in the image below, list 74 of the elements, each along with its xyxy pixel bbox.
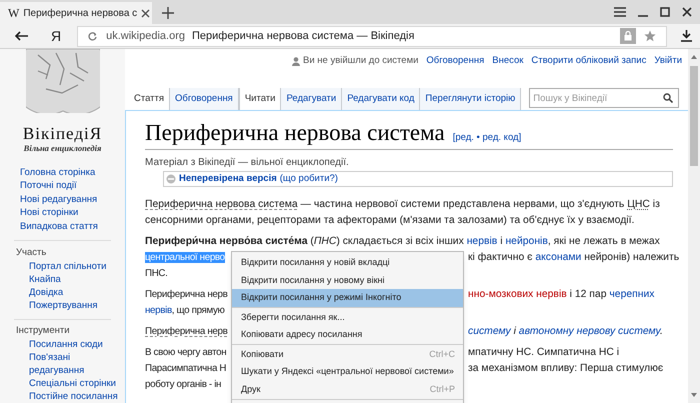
abbreviation[interactable]: ЦНС [627,199,650,210]
menu-item[interactable]: Друк Ctrl+P [232,380,463,398]
sidebar-link[interactable]: Нові редагування [20,192,125,206]
paragraph-text: за механізмом впливу: Перша стимулює [468,362,664,376]
text-link[interactable]: автономну нервову систему [518,326,660,337]
sidebar-link[interactable]: Випадкова стаття [20,220,125,234]
page-tab[interactable]: Обговорення [170,88,239,110]
paragraph-text: Перифери́чна нерво́ва систе́ма (ПНС) складається зі всіх інших нервів і нейронів, які не лежать в межах [145,236,660,247]
text-link[interactable]: нно-мозкових нервів [468,289,567,300]
text-selection: центральної нерво [145,252,225,263]
paragraph-text: Парасимпатична Н [145,363,226,374]
logo-wordmark: ВікіпедіЯ [22,125,102,142]
text-link[interactable]: нервів [145,305,172,316]
sidebar-link[interactable]: Кнайпа [29,272,121,286]
sidebar-link[interactable]: Поточні події [20,179,125,193]
personal-link[interactable]: Створити обліковий запис [531,54,646,68]
paragraph-text: ПНС. [145,268,168,279]
sidebar-link[interactable]: Портал спільноти [29,260,121,273]
text-link[interactable]: нервів [466,236,498,247]
address-title: Периферична нервова система — Вікіпедія [192,28,414,44]
sidebar-link[interactable]: Посилання сюди [29,338,121,351]
sidebar-link[interactable]: Постійне посилання [29,390,121,403]
paragraph-text: В свою чергу автон [145,347,226,358]
text-link[interactable]: аксонами [535,252,582,263]
login-status: Ви не увійшли до системи [303,54,418,68]
sidebar-link[interactable]: Пожертвування [29,298,121,312]
page-tab[interactable]: Переглянути історію [420,88,522,110]
yandex-button[interactable]: Я [49,26,64,46]
sidebar-link[interactable]: Головна сторінка [20,166,125,180]
browser-tab[interactable]: W Периферична нервова с [0,2,152,24]
text-link[interactable]: черепних [609,289,655,300]
paragraph-text: Периферична нерв [145,326,228,337]
menu-item[interactable]: Зберегти посилання як... [232,308,463,326]
notice-link[interactable]: Неперевірена версія [179,172,277,186]
menu-item[interactable]: Шукати у Яндексі «центральної нервової системи» [232,363,463,380]
menu-item[interactable]: Копіювати Ctrl+C [232,346,463,363]
sidebar-link[interactable]: Пов'язані редагування [29,350,121,377]
edit-links[interactable]: [ред. • ред. код] [452,131,522,146]
favicon: W [8,5,20,22]
page-tab[interactable]: Редагувати [281,88,342,110]
shortcut-text: Ctrl+C [429,348,455,360]
menu-item[interactable]: Відкрити посилання у новій вкладці [232,254,463,272]
sidebar-heading: Участь [15,246,48,260]
paragraph-text: сенсорними органами, рецепторами та афекторами (м'язами та залозами) та об'єднує їх у взаємодії. [145,215,634,226]
article-subtitle: Матеріал з Вікіпедії — вільної енциклопедії. [145,156,350,169]
sidebar-heading: Інструменти [15,324,71,338]
paragraph-text: роботу органів - ін [145,379,222,390]
notice-link[interactable]: (що робити?) [280,172,338,186]
personal-link[interactable]: Обговорення [426,54,484,68]
sidebar-link[interactable]: Довідка [29,286,121,299]
tab-title: Периферична нервова с [23,6,138,20]
paragraph-text: Периферична нервова система — частина нервової системи представлена нервами, що з'єднують ЦНС із [145,199,660,210]
search-field[interactable]: Пошук у Вікіпедії [529,88,680,108]
address-bar[interactable]: uk.wikipedia.org Периферична нервова система — Вікіпедія [77,26,668,46]
paragraph-text: систему і автономну нервову систему. [468,325,663,339]
sidebar-link[interactable]: Нові сторінки [20,206,125,220]
personal-link[interactable]: Увійти [654,54,682,68]
paragraph-text: нно-мозкових нервів і 12 пар черепних [468,288,655,302]
paragraph-text: мпатичну НС. Симпатична НС і [468,346,620,360]
paragraph-text: Периферична нерв [145,289,228,300]
text-link[interactable]: нейронів [505,236,548,247]
sidebar-link[interactable]: Спеціальні сторінки [29,376,121,390]
menu-item[interactable]: Копіювати адресу посилання [232,326,463,344]
paragraph-text: кі фактично є аксонами нейронів) належить [468,251,680,265]
text-link[interactable]: систему [468,326,511,337]
menu-item[interactable]: Відкрити посилання у режимі Інкогніто [232,289,463,306]
logo-tagline: Вільна енциклопедія [24,144,102,152]
paragraph-text: нервів, що прямую [145,305,225,316]
page-tab[interactable]: Редагувати код [342,88,420,110]
menu-item[interactable]: Відкрити посилання у новому вікні [232,272,463,289]
shortcut-text: Ctrl+P [430,382,455,396]
address-domain: uk.wikipedia.org [106,28,185,44]
article-title: Периферична нервова система [145,119,445,147]
personal-link[interactable]: Внесок [492,54,524,68]
